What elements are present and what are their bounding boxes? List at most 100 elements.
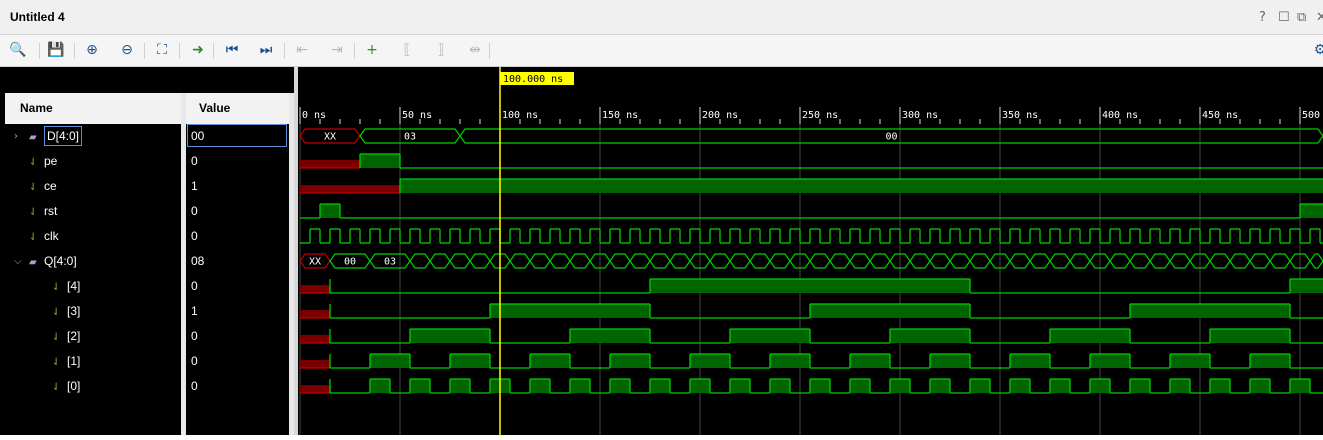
float-icon[interactable]: ⧉: [1297, 11, 1306, 25]
signal-name[interactable]: ⇃ rst: [29, 199, 57, 224]
bit-signal-icon: ⇃: [29, 232, 38, 243]
maximize-icon[interactable]: ☐: [1278, 11, 1290, 25]
zoom-in-icon[interactable]: ⊕: [82, 41, 102, 59]
zoom-out-icon[interactable]: ⊖: [117, 41, 137, 59]
signal-name-label: [2]: [67, 329, 81, 343]
high-fill: [1250, 379, 1270, 393]
signal-name[interactable]: ▰ D[4:0]: [29, 124, 83, 149]
signal-name[interactable]: ⇃ [4]: [52, 274, 80, 299]
swap-cursors-icon[interactable]: ⇹: [465, 41, 485, 59]
high-fill: [1170, 354, 1210, 368]
high-fill: [610, 379, 630, 393]
signal-row[interactable]: › ▰ D[4:0] 00: [0, 124, 294, 149]
high-fill: [810, 379, 830, 393]
close-icon[interactable]: ✕: [1316, 11, 1323, 25]
undefined-segment: [300, 360, 330, 368]
signal-name[interactable]: ⇃ [1]: [52, 349, 80, 374]
next-transition-icon[interactable]: ⇥: [327, 41, 347, 59]
bus-segment: [509, 253, 531, 269]
high-fill: [570, 379, 590, 393]
bus-segment: [1149, 253, 1171, 269]
signal-name[interactable]: ⇃ [0]: [52, 374, 80, 399]
bit-signal-icon: ⇃: [52, 282, 61, 293]
high-fill: [1010, 354, 1050, 368]
search-icon[interactable]: 🔍: [8, 41, 28, 59]
bus-segment: [529, 253, 551, 269]
ruler-tick-label: 100 ns: [502, 110, 538, 121]
high-fill: [530, 379, 550, 393]
signal-row[interactable]: ⇃ [3] 1: [0, 299, 294, 324]
bit-signal-icon: ⇃: [52, 332, 61, 343]
next-marker-icon[interactable]: ⟧: [431, 41, 451, 59]
signal-row[interactable]: ⇃ [2] 0: [0, 324, 294, 349]
bus-segment: [809, 253, 831, 269]
signal-row[interactable]: ⇃ clk 0: [0, 224, 294, 249]
undefined-segment: [300, 385, 330, 393]
signal-row[interactable]: ⇃ ce 1: [0, 174, 294, 199]
signal-value: 0: [191, 379, 198, 393]
signal-name[interactable]: ⇃ [2]: [52, 324, 80, 349]
gear-icon[interactable]: ⚙: [1310, 41, 1323, 59]
toolbar-separator: [354, 43, 355, 59]
go-end-icon[interactable]: ⏭: [256, 41, 276, 59]
bus-segment: [1169, 253, 1191, 269]
signal-name[interactable]: ⇃ [3]: [52, 299, 80, 324]
toolbar-separator: [74, 43, 75, 59]
high-fill: [320, 204, 340, 218]
signal-name[interactable]: ⇃ clk: [29, 224, 59, 249]
bus-segment: [429, 253, 451, 269]
bus-segment: [549, 253, 571, 269]
bus-segment: [949, 253, 971, 269]
signal-row[interactable]: ⌵ ▰ Q[4:0] 08: [0, 249, 294, 274]
bus-segment: [469, 253, 491, 269]
signal-name[interactable]: ⇃ pe: [29, 149, 57, 174]
high-fill: [650, 379, 670, 393]
bus-segment: [1309, 253, 1323, 269]
prev-marker-icon[interactable]: ⟦: [397, 41, 417, 59]
bus-segment: [569, 253, 591, 269]
bit-signal-icon: ⇃: [29, 182, 38, 193]
bus-segment: [929, 253, 951, 269]
signal-row[interactable]: ⇃ rst 0: [0, 199, 294, 224]
bus-value-label: 00: [344, 257, 356, 268]
signal-row[interactable]: ⇃ [0] 0: [0, 374, 294, 399]
chevron-right-icon[interactable]: ›: [14, 124, 24, 149]
save-icon[interactable]: 💾: [46, 41, 66, 59]
bus-segment: [829, 253, 851, 269]
signal-name[interactable]: ▰ Q[4:0]: [29, 249, 77, 274]
signal-value: 0: [191, 329, 198, 343]
help-icon[interactable]: ?: [1259, 11, 1266, 25]
signal-name[interactable]: ⇃ ce: [29, 174, 57, 199]
toolbar-separator: [284, 43, 285, 59]
waveform-canvas[interactable]: 0 ns 50 ns 100 ns 150 ns 200 ns 250 ns 300 ns 3…: [298, 67, 1323, 435]
high-fill: [1130, 379, 1150, 393]
high-fill: [770, 379, 790, 393]
bus-segment: [1209, 253, 1231, 269]
signal-row[interactable]: ⇃ pe 0: [0, 149, 294, 174]
high-fill: [1050, 379, 1070, 393]
signal-row[interactable]: ⇃ [1] 0: [0, 349, 294, 374]
bus-segment: [669, 253, 691, 269]
add-marker-icon[interactable]: +: [362, 41, 382, 59]
high-fill: [610, 354, 650, 368]
value-column-header[interactable]: Value: [186, 93, 289, 124]
bus-signal-icon: ▰: [29, 132, 37, 143]
go-start-icon[interactable]: ⏮: [222, 41, 242, 59]
high-fill: [1300, 204, 1323, 218]
bus-segment: [1049, 253, 1071, 269]
bus-segment: [909, 253, 931, 269]
signal-row[interactable]: ⇃ [4] 0: [0, 274, 294, 299]
waveform-pane[interactable]: 0 ns 50 ns 100 ns 150 ns 200 ns 250 ns 300 ns 3…: [298, 67, 1323, 435]
high-fill: [360, 154, 400, 168]
name-column-header[interactable]: Name: [5, 93, 181, 124]
bus-segment: [769, 253, 791, 269]
high-fill: [1090, 354, 1130, 368]
chevron-down-icon[interactable]: ⌵: [14, 249, 24, 274]
high-fill: [930, 379, 950, 393]
cursor-goto-icon[interactable]: ➜: [188, 41, 208, 59]
prev-transition-icon[interactable]: ⇤: [292, 41, 312, 59]
bus-segment: [869, 253, 891, 269]
zoom-fit-icon[interactable]: ⛶: [152, 41, 172, 59]
signal-value: 0: [191, 154, 198, 168]
high-fill: [1210, 329, 1290, 343]
